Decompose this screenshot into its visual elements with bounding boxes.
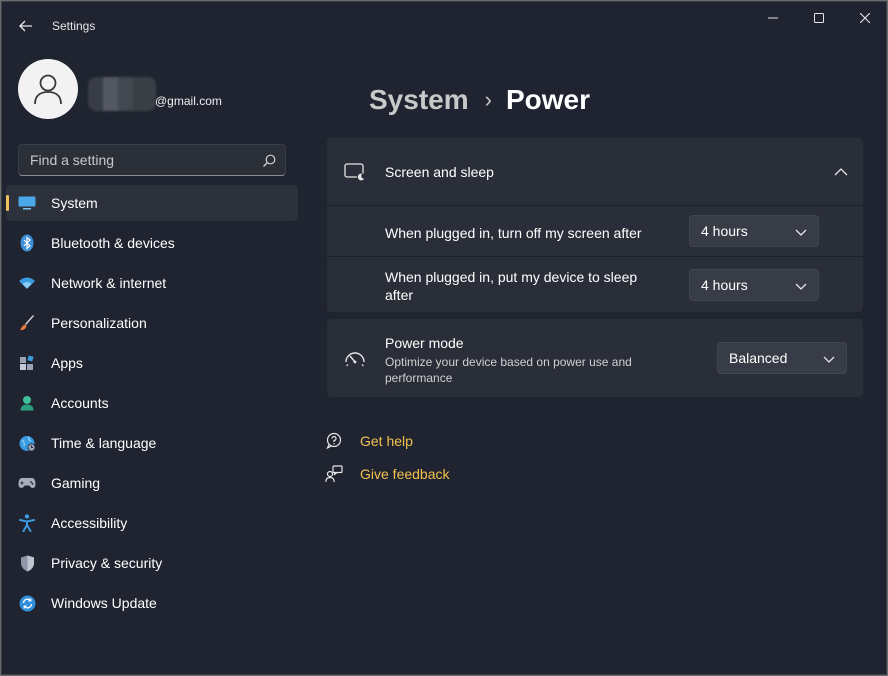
power-mode-description: Optimize your device based on power use … [385, 355, 632, 385]
minimize-icon [768, 17, 778, 19]
sidebar-item-label: Apps [51, 355, 83, 371]
person-icon [18, 394, 36, 412]
close-button[interactable] [842, 2, 886, 34]
paintbrush-icon [18, 314, 36, 332]
sleep-dropdown[interactable]: 4 hours [689, 269, 819, 301]
sidebar-item-label: System [51, 195, 98, 211]
sidebar-item-network[interactable]: Network & internet [6, 265, 298, 301]
breadcrumb-parent[interactable]: System [369, 84, 469, 116]
give-feedback-label: Give feedback [360, 466, 450, 482]
sidebar-item-apps[interactable]: Apps [6, 345, 298, 381]
get-help-link[interactable]: Get help [324, 430, 413, 452]
power-mode-dropdown[interactable]: Balanced [717, 342, 847, 374]
screen-off-row: When plugged in, turn off my screen afte… [327, 206, 863, 256]
app-title: Settings [52, 19, 96, 33]
screen-off-label: When plugged in, turn off my screen afte… [385, 225, 642, 241]
power-mode-gauge-icon [345, 352, 365, 367]
sidebar-item-label: Accessibility [51, 515, 128, 531]
sidebar-item-accounts[interactable]: Accounts [6, 385, 298, 421]
sidebar-item-label: Time & language [51, 435, 157, 451]
sidebar-item-label: Privacy & security [51, 555, 163, 571]
sidebar-item-label: Accounts [51, 395, 109, 411]
bluetooth-icon [18, 234, 36, 252]
close-icon [860, 13, 870, 23]
breadcrumb-separator: › [484, 87, 492, 112]
get-help-label: Get help [360, 433, 413, 449]
minimize-button[interactable] [750, 2, 796, 34]
chevron-up-icon [834, 168, 848, 176]
sidebar-item-label: Network & internet [51, 275, 167, 291]
system-display-icon [18, 194, 36, 212]
power-mode-value: Balanced [729, 350, 788, 366]
sidebar-item-system[interactable]: System [6, 185, 298, 221]
sidebar-item-windows-update[interactable]: Windows Update [6, 585, 298, 621]
power-mode-title: Power mode [385, 335, 464, 351]
sidebar-item-label: Personalization [51, 315, 147, 331]
accessibility-icon [18, 514, 36, 532]
back-button[interactable] [14, 14, 38, 38]
avatar[interactable] [18, 59, 78, 119]
search-input[interactable] [19, 145, 285, 175]
sidebar-item-accessibility[interactable]: Accessibility [6, 505, 298, 541]
chevron-down-icon [823, 356, 835, 363]
sleep-row: When plugged in, put my device to sleep … [327, 257, 863, 312]
give-feedback-link[interactable]: Give feedback [324, 463, 450, 485]
sidebar-item-personalization[interactable]: Personalization [6, 305, 298, 341]
sidebar-item-label: Bluetooth & devices [51, 235, 175, 251]
screen-off-dropdown[interactable]: 4 hours [689, 215, 819, 247]
help-chat-icon [324, 431, 344, 451]
sidebar-item-label: Windows Update [51, 595, 157, 611]
gamepad-icon [18, 474, 36, 492]
settings-window: Settings @gmail.com Find a setting Syste… [1, 1, 887, 675]
search-icon[interactable] [261, 153, 277, 169]
sidebar-item-time-language[interactable]: Time & language [6, 425, 298, 461]
screen-sleep-title: Screen and sleep [385, 164, 494, 180]
chevron-down-icon [795, 229, 807, 236]
sidebar-item-bluetooth[interactable]: Bluetooth & devices [6, 225, 298, 261]
account-name-blurred [88, 77, 156, 111]
sidebar-item-label: Gaming [51, 475, 101, 491]
title-bar: Settings [2, 2, 886, 50]
sidebar-nav: System Bluetooth & devices Network & int… [6, 185, 298, 625]
update-icon [18, 594, 36, 612]
sidebar-item-gaming[interactable]: Gaming [6, 465, 298, 501]
screen-off-value: 4 hours [701, 223, 748, 239]
shield-icon [18, 554, 36, 572]
sidebar-item-privacy[interactable]: Privacy & security [6, 545, 298, 581]
power-mode-card: Power mode Optimize your device based on… [327, 319, 863, 397]
account-email: @gmail.com [155, 94, 222, 108]
feedback-icon [324, 464, 344, 484]
wifi-icon [18, 274, 36, 292]
sleep-value: 4 hours [701, 277, 748, 293]
chevron-down-icon [795, 283, 807, 290]
screen-sleep-header[interactable]: Screen and sleep [327, 138, 863, 205]
maximize-icon [814, 13, 824, 23]
page-title: Power [505, 84, 590, 115]
apps-icon [18, 354, 36, 372]
screen-sleep-icon [344, 163, 366, 182]
globe-clock-icon [18, 434, 36, 452]
back-arrow-icon [19, 20, 32, 32]
user-icon [34, 74, 62, 105]
breadcrumb: System › Power [369, 82, 590, 118]
search-box [18, 144, 286, 176]
sleep-label: When plugged in, put my device to sleep … [385, 269, 638, 303]
maximize-button[interactable] [796, 2, 842, 34]
screen-sleep-card: Screen and sleep When plugged in, turn o… [327, 138, 863, 312]
